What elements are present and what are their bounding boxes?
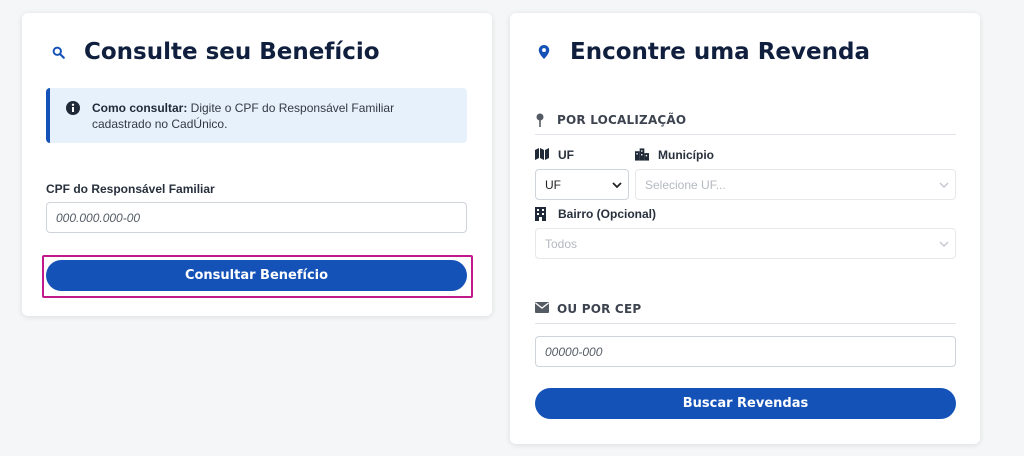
- chevron-down-icon: [939, 180, 949, 190]
- info-text: Como consultar: Digite o CPF do Responsá…: [92, 100, 442, 143]
- info-bold: Como consultar:: [92, 101, 188, 115]
- reseller-card: Encontre uma Revenda POR LOCALIZAÇÃO UF …: [510, 13, 980, 444]
- reseller-title-text: Encontre uma Revenda: [570, 39, 870, 65]
- municipio-select[interactable]: Selecione UF...: [635, 169, 956, 200]
- cep-input[interactable]: 00000-000: [535, 336, 956, 367]
- uf-select-value: UF: [545, 177, 561, 192]
- bairro-select-value: Todos: [545, 236, 578, 251]
- search-icon: [48, 42, 68, 62]
- map-pin-icon: [534, 42, 554, 62]
- bairro-label: Bairro (Opcional): [535, 207, 656, 221]
- info-box: Como consultar: Digite o CPF do Responsá…: [46, 88, 467, 143]
- info-icon: [66, 101, 80, 115]
- municipio-label-text: Município: [658, 148, 714, 162]
- cpf-placeholder: 000.000.000-00: [56, 210, 141, 225]
- location-section-title: POR LOCALIZAÇÃO: [557, 113, 687, 127]
- uf-select[interactable]: UF: [535, 169, 629, 200]
- municipio-select-value: Selecione UF...: [645, 177, 726, 192]
- location-section-header: POR LOCALIZAÇÃO: [535, 113, 956, 135]
- thumbtack-icon: [535, 113, 549, 127]
- selection-highlight: [42, 255, 473, 298]
- benefit-title-text: Consulte seu Benefício: [84, 39, 380, 65]
- building-icon: [535, 207, 549, 221]
- bairro-select[interactable]: Todos: [535, 228, 956, 259]
- benefit-card-title: Consulte seu Benefício: [48, 39, 380, 65]
- map-icon: [535, 148, 549, 162]
- municipio-label: Município: [635, 148, 714, 162]
- cep-section-header: OU POR CEP: [535, 302, 956, 324]
- buscar-revendas-button[interactable]: Buscar Revendas: [535, 388, 956, 419]
- cpf-label: CPF do Responsável Familiar: [46, 182, 215, 196]
- cpf-input[interactable]: 000.000.000-00: [46, 202, 467, 233]
- chevron-down-icon: [939, 239, 949, 249]
- uf-label-text: UF: [558, 148, 574, 162]
- bairro-label-text: Bairro (Opcional): [558, 207, 657, 221]
- city-icon: [635, 148, 649, 162]
- chevron-down-icon: [612, 180, 622, 190]
- uf-label: UF: [535, 148, 574, 162]
- cep-section-title: OU POR CEP: [557, 302, 642, 316]
- cep-placeholder: 00000-000: [545, 344, 603, 359]
- reseller-card-title: Encontre uma Revenda: [534, 39, 870, 65]
- envelope-icon: [535, 302, 549, 316]
